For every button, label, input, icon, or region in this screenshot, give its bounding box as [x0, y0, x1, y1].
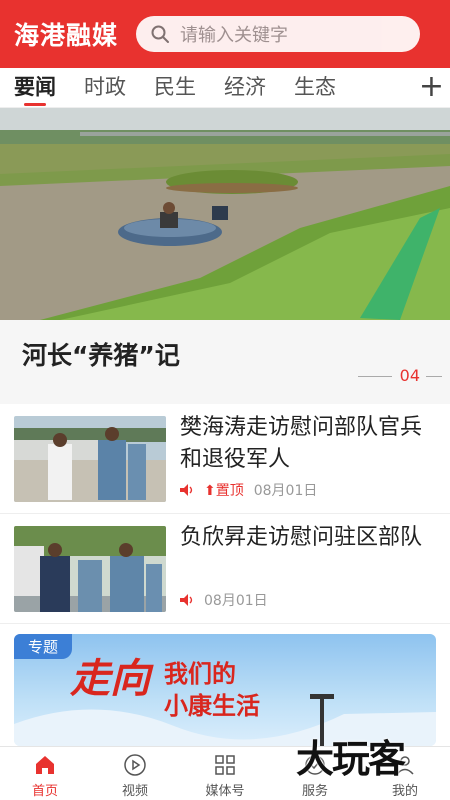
tab-yaowen[interactable]: 要闻: [0, 68, 70, 108]
watermark: 大玩客: [296, 737, 406, 781]
nav-media[interactable]: 媒体号: [180, 747, 270, 800]
nav-label: 视频: [121, 784, 148, 799]
news-date: 08月01日: [204, 593, 268, 609]
featured-page-index: 04: [399, 366, 420, 385]
app-header: 海港融媒 请输入关键字: [0, 0, 450, 68]
search-placeholder: 请输入关键字: [180, 25, 289, 46]
news-title: 负欣昇走访慰问驻区部队: [180, 525, 423, 550]
news-title: 樊海涛走访慰问部队官兵和退役军人: [180, 415, 423, 472]
add-tab-button[interactable]: +: [419, 68, 444, 106]
tab-shengtai[interactable]: 生态: [280, 68, 350, 108]
news-meta: ⬆置顶 08月01日: [180, 480, 317, 500]
nav-video[interactable]: 视频: [90, 747, 180, 800]
speaker-icon[interactable]: [180, 484, 194, 496]
news-date: 08月01日: [253, 483, 318, 499]
news-thumbnail: [14, 526, 166, 612]
pin-icon: ⬆: [204, 483, 216, 499]
app-title: 海港融媒: [14, 21, 119, 50]
banner-title: 我们的: [164, 659, 236, 688]
indicator-line: [358, 376, 392, 377]
tab-jingji[interactable]: 经济: [210, 68, 280, 108]
search-input[interactable]: 请输入关键字: [136, 16, 421, 52]
speaker-icon[interactable]: [180, 594, 194, 606]
nav-home[interactable]: 首页: [0, 747, 90, 800]
nav-label: 媒体号: [205, 784, 245, 799]
grid-icon: [215, 755, 235, 775]
news-thumbnail: [14, 416, 166, 502]
banner-tag: 专题: [14, 634, 73, 659]
nav-label: 首页: [31, 784, 58, 799]
pin-label: 置顶: [215, 483, 244, 499]
tab-minsheng[interactable]: 民生: [140, 68, 210, 108]
featured-image[interactable]: [0, 108, 450, 320]
featured-caption[interactable]: 河长“养猪”记 04: [0, 320, 450, 404]
banner-title: 走向: [70, 655, 150, 702]
news-meta: 08月01日: [180, 590, 268, 610]
play-icon: [124, 754, 146, 776]
tab-shizheng[interactable]: 时政: [70, 68, 140, 108]
indicator-line: [426, 376, 442, 377]
banner-title: 小康生活: [164, 691, 260, 720]
category-tabs: 要闻 时政 民生 经济 生态 +: [0, 68, 450, 108]
featured-title: 河长“养猪”记: [22, 341, 180, 370]
home-icon: [36, 756, 54, 774]
pin-badge: ⬆置顶: [204, 480, 244, 500]
list-item[interactable]: 樊海涛走访慰问部队官兵和退役军人 ⬆置顶 08月01日: [0, 404, 450, 514]
search-icon: [151, 25, 170, 43]
list-item[interactable]: 负欣昇走访慰问驻区部队 08月01日: [0, 514, 450, 624]
